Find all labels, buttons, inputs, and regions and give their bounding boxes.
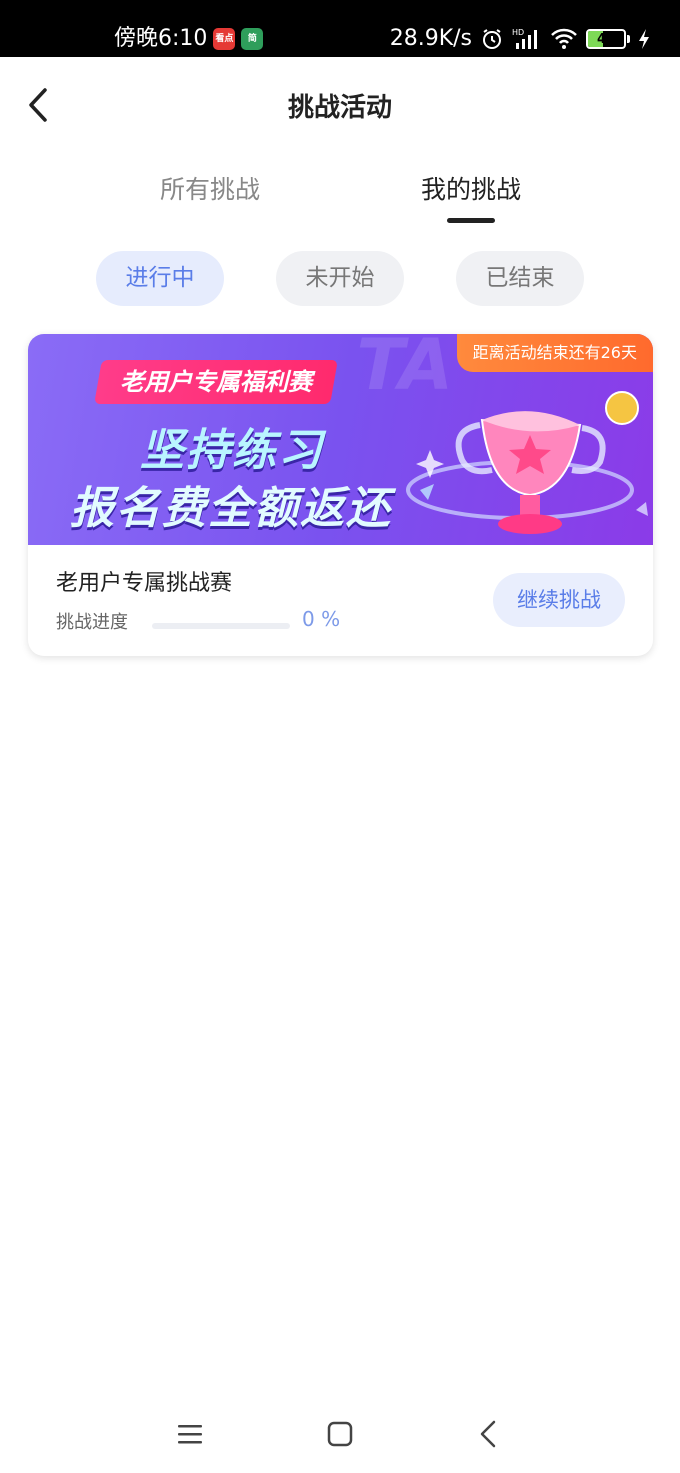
charging-icon — [639, 29, 649, 49]
app-notification-icon-2: 简 — [241, 28, 264, 50]
tab-all-challenges[interactable]: 所有挑战 — [110, 170, 310, 206]
filter-in-progress[interactable]: 进行中 — [96, 251, 224, 306]
banner-headline-2: 报名费全额返还 — [70, 483, 392, 534]
system-nav-bar — [0, 1400, 680, 1473]
progress-bar — [152, 623, 290, 629]
filter-ended[interactable]: 已结束 — [456, 251, 584, 306]
status-time: 傍晚6:10 — [114, 26, 208, 51]
page-header: 挑战活动 — [0, 57, 680, 153]
home-button[interactable] — [320, 1414, 360, 1454]
svg-text:HD: HD — [512, 28, 524, 37]
challenge-name: 老用户专属挑战赛 — [56, 571, 233, 596]
progress-value: 0 % — [302, 607, 341, 631]
status-left: 傍晚6:10 看点 简 — [114, 22, 264, 56]
page-title: 挑战活动 — [287, 93, 392, 123]
back-triangle-icon — [480, 1420, 496, 1448]
countdown-badge: 距离活动结束还有26天 — [456, 334, 653, 372]
system-back-button[interactable] — [468, 1414, 508, 1454]
challenge-banner[interactable]: TA 老用户专属福利赛 坚持练习 报名费全额返还 距离活动结束还有26天 — [28, 334, 653, 545]
tab-bar: 所有挑战 我的挑战 — [0, 170, 680, 230]
wifi-icon — [551, 28, 577, 49]
banner-ribbon: 老用户专属福利赛 — [94, 360, 338, 404]
alarm-icon — [483, 29, 501, 49]
tab-active-indicator — [447, 218, 495, 223]
home-square-icon — [327, 1421, 353, 1447]
network-speed: 28.9K/s — [389, 26, 472, 51]
continue-challenge-button[interactable]: 继续挑战 — [493, 573, 625, 627]
menu-icon — [178, 1425, 202, 1444]
challenge-info: 老用户专属挑战赛 挑战进度 0 % 继续挑战 — [28, 545, 653, 656]
battery-level: 43 — [596, 32, 616, 47]
progress-label: 挑战进度 — [56, 612, 128, 633]
status-right: 28.9K/s HD 43 — [390, 22, 650, 56]
hd-signal-icon: HD — [512, 28, 537, 49]
status-filters: 进行中 未开始 已结束 — [0, 251, 680, 307]
banner-headline-1: 坚持练习 — [140, 425, 324, 476]
banner-ribbon-text: 老用户专属福利赛 — [120, 368, 312, 396]
tab-my-challenges[interactable]: 我的挑战 — [371, 170, 571, 206]
recents-button[interactable] — [170, 1414, 210, 1454]
trophy-icon — [406, 391, 648, 534]
challenge-card[interactable]: TA 老用户专属福利赛 坚持练习 报名费全额返还 距离活动结束还有26天 老用户… — [28, 334, 653, 656]
battery-icon: 43 — [586, 29, 630, 49]
filter-not-started[interactable]: 未开始 — [276, 251, 404, 306]
status-bar: 傍晚6:10 看点 简 28.9K/s HD 43 — [0, 0, 680, 57]
app-notification-icon: 看点 — [213, 28, 236, 50]
